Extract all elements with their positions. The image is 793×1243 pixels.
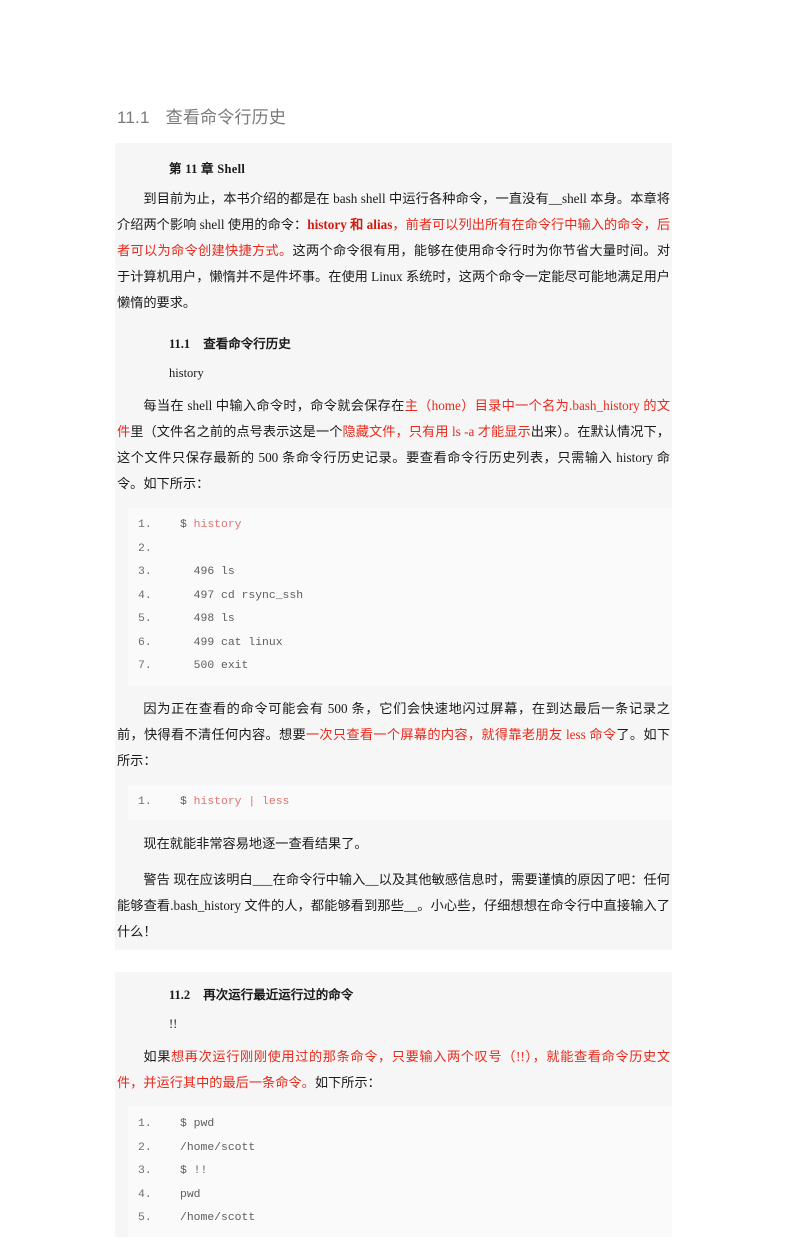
- code-line: 1. $ pwd: [128, 1113, 672, 1137]
- code-line: 3. 496 ls: [128, 561, 672, 585]
- code-line: 2. /home/scott: [128, 1137, 672, 1161]
- code-text: 500 exit: [180, 660, 249, 672]
- intro-paragraph: 到目前为止，本书介绍的都是在 bash shell 中运行各种命令，一直没有__…: [115, 181, 672, 321]
- code-prompt: $: [180, 795, 194, 808]
- code-line: 5. /home/scott: [128, 1207, 672, 1231]
- code-line-number: 1.: [138, 1118, 152, 1130]
- code-text: 498 ls: [180, 613, 235, 625]
- content-block-bottom: 11.2 再次运行最近运行过的命令 !! 如果想再次运行刚刚使用过的那条命令，只要…: [115, 972, 672, 1237]
- code-text: 499 cat linux: [180, 636, 283, 649]
- less-description-paragraph: 因为正在查看的命令可能会有 500 条，它们会快速地闪过屏幕，在到达最后一条记录…: [115, 691, 672, 779]
- section-11-1-number: 11.1: [169, 337, 191, 351]
- code-line-number: 7.: [138, 660, 152, 672]
- document-page: 11.1 查看命令行历史 第 11 章 Shell 到目前为止，本书介绍的都是在 …: [0, 0, 793, 1237]
- less-seg-2-highlight: 一次只查看一个屏幕的内容，就得靠老朋友 less 命令: [305, 726, 617, 742]
- code-text: $ !!: [180, 1165, 208, 1177]
- code-line: 2.: [128, 538, 672, 562]
- code-text: 497 cd rsync_ssh: [180, 589, 304, 602]
- code-line: 7. 500 exit: [128, 655, 672, 679]
- code-text: 496 ls: [180, 566, 235, 578]
- hist-seg-4-highlight: 隐藏文件，只有用 ls -a 才能显示: [342, 424, 531, 439]
- code-line-number: 1.: [138, 795, 152, 808]
- code-line-number: 3.: [138, 1165, 152, 1177]
- code-line-number: 4.: [138, 589, 152, 602]
- section-11-2-title: 再次运行最近运行过的命令: [203, 988, 354, 1002]
- code-line-number: 6.: [138, 636, 152, 649]
- intro-seg-2-highlight: history 和 alias: [307, 217, 393, 232]
- code-text: /home/scott: [180, 1212, 256, 1224]
- document-content-region: 第 11 章 Shell 到目前为止，本书介绍的都是在 bash shell 中…: [115, 143, 672, 1243]
- code-keyword: history | less: [193, 795, 290, 808]
- code-line: 1. $ history | less: [128, 791, 672, 815]
- section-11-2-number: 11.2: [169, 988, 191, 1002]
- code-block-history: 1. $ history 2. 3. 496 ls 4. 497 cd rsync_ss…: [128, 508, 672, 685]
- code-keyword: history: [193, 519, 242, 531]
- page-title: 11.1 查看命令行历史: [117, 103, 286, 128]
- code-line-number: 3.: [138, 566, 152, 578]
- code-line-number: 2.: [138, 542, 152, 555]
- code-block-pwd-bang: 1. $ pwd 2. /home/scott 3. $ !! 4. pwd 5. /home/s…: [128, 1107, 672, 1237]
- chapter-heading: 第 11 章 Shell: [169, 162, 246, 176]
- page-title-text: 查看命令行历史: [165, 108, 287, 127]
- section-heading-11-2: 11.2 再次运行最近运行过的命令: [115, 972, 672, 1007]
- hist-seg-1: 每当在 shell 中输入命令时，命令就会保存在: [143, 398, 405, 413]
- code-line: 1. $ history: [128, 514, 672, 538]
- code-line: 4. pwd: [128, 1184, 672, 1208]
- code-line-number: 1.: [138, 519, 152, 531]
- section-break: [115, 950, 672, 972]
- term-history: history: [169, 366, 204, 380]
- code-text: pwd: [180, 1188, 201, 1201]
- code-line: 6. 499 cat linux: [128, 632, 672, 656]
- code-line: 4. 497 cd rsync_ssh: [128, 585, 672, 609]
- code-line-number: 5.: [138, 1212, 152, 1224]
- section-11-1-title: 查看命令行历史: [203, 337, 291, 351]
- hist-seg-3: 里（文件名之前的点号表示这是一个: [130, 424, 343, 439]
- bang-seg-2-highlight: 想再次运行刚刚使用过的那条命令，只要输入两个叹号（!!），就能查看命令历史文件，…: [117, 1049, 671, 1090]
- term-bangbang: !!: [169, 1017, 178, 1031]
- code-prompt: $: [180, 519, 194, 531]
- warning-paragraph: 警告 现在应该明白___在命令行中输入__以及其他敏感信息时，需要谨慎的原因了吧…: [117, 872, 670, 939]
- code-line-number: 5.: [138, 613, 152, 625]
- history-description-paragraph: 每当在 shell 中输入命令时，命令就会保存在主（home）目录中一个名为.b…: [115, 388, 672, 502]
- code-line: 5. 498 ls: [128, 608, 672, 632]
- bangbang-description-paragraph: 如果想再次运行刚刚使用过的那条命令，只要输入两个叹号（!!），就能查看命令历史文…: [115, 1039, 672, 1101]
- intro-seg-3: ，: [392, 217, 406, 232]
- section-heading-11-1: 11.1 查看命令行历史: [115, 321, 672, 356]
- code-text: /home/scott: [180, 1141, 256, 1154]
- code-line: 3. $ !!: [128, 1160, 672, 1184]
- code-line-number: 2.: [138, 1141, 152, 1154]
- code-line-number: 4.: [138, 1188, 152, 1201]
- content-block-top: 第 11 章 Shell 到目前为止，本书介绍的都是在 bash shell 中…: [115, 143, 672, 950]
- code-text: $ pwd: [180, 1118, 215, 1130]
- page-title-number: 11.1: [117, 108, 150, 127]
- code-block-history-less: 1. $ history | less: [128, 784, 672, 820]
- bang-seg-1: 如果: [143, 1049, 171, 1064]
- bang-seg-3: 如下所示：: [314, 1075, 381, 1090]
- result-paragraph: 现在就能非常容易地逐一查看结果了。: [143, 836, 368, 851]
